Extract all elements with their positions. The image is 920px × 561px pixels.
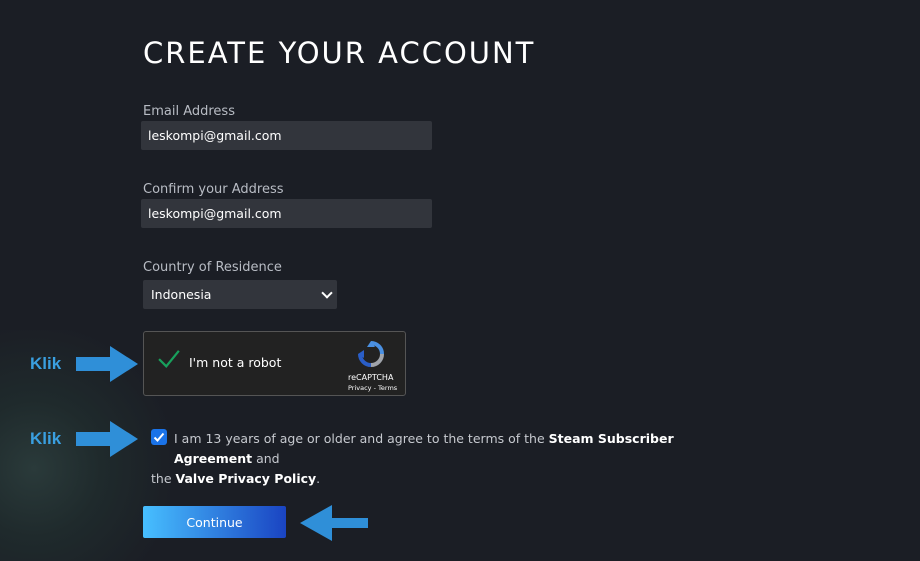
green-checkmark-icon[interactable] <box>158 348 180 370</box>
agreement-text: I am 13 years of age or older and agree … <box>151 429 734 489</box>
recaptcha-links: Privacy - Terms <box>348 384 397 392</box>
agreement-text-part-3: the <box>151 471 176 486</box>
email-field[interactable] <box>141 121 432 150</box>
recaptcha-privacy-link[interactable]: Privacy <box>348 384 372 392</box>
recaptcha-logo-icon <box>358 341 384 367</box>
confirm-email-field[interactable] <box>141 199 432 228</box>
klik-annotation-1: Klik <box>30 354 62 373</box>
arrow-left-icon <box>300 505 368 541</box>
country-select[interactable]: Indonesia <box>143 280 337 309</box>
country-selected-value: Indonesia <box>151 287 212 302</box>
agree-checkbox[interactable] <box>151 429 167 445</box>
agreement-text-part-4: . <box>316 471 321 486</box>
email-label: Email Address <box>143 104 235 119</box>
klik-annotation-2: Klik <box>30 429 62 448</box>
privacy-policy-link[interactable]: Valve Privacy Policy <box>176 471 317 486</box>
recaptcha-label: I'm not a robot <box>189 355 282 370</box>
recaptcha-widget[interactable]: I'm not a robot reCAPTCHA Privacy - Term… <box>143 331 406 396</box>
agreement-text-part-2: and <box>252 451 280 466</box>
recaptcha-terms-link[interactable]: Terms <box>378 384 397 392</box>
checkbox-checked-icon <box>153 432 165 442</box>
chevron-down-icon <box>321 287 333 299</box>
continue-button[interactable]: Continue <box>143 506 286 538</box>
recaptcha-brand: reCAPTCHA <box>348 373 394 382</box>
arrow-right-icon <box>76 421 138 457</box>
country-label: Country of Residence <box>143 260 282 275</box>
arrow-right-icon <box>76 346 138 382</box>
confirm-email-label: Confirm your Address <box>143 182 284 197</box>
page-title: CREATE YOUR ACCOUNT <box>143 36 536 70</box>
agreement-text-part-1: I am 13 years of age or older and agree … <box>174 431 549 446</box>
